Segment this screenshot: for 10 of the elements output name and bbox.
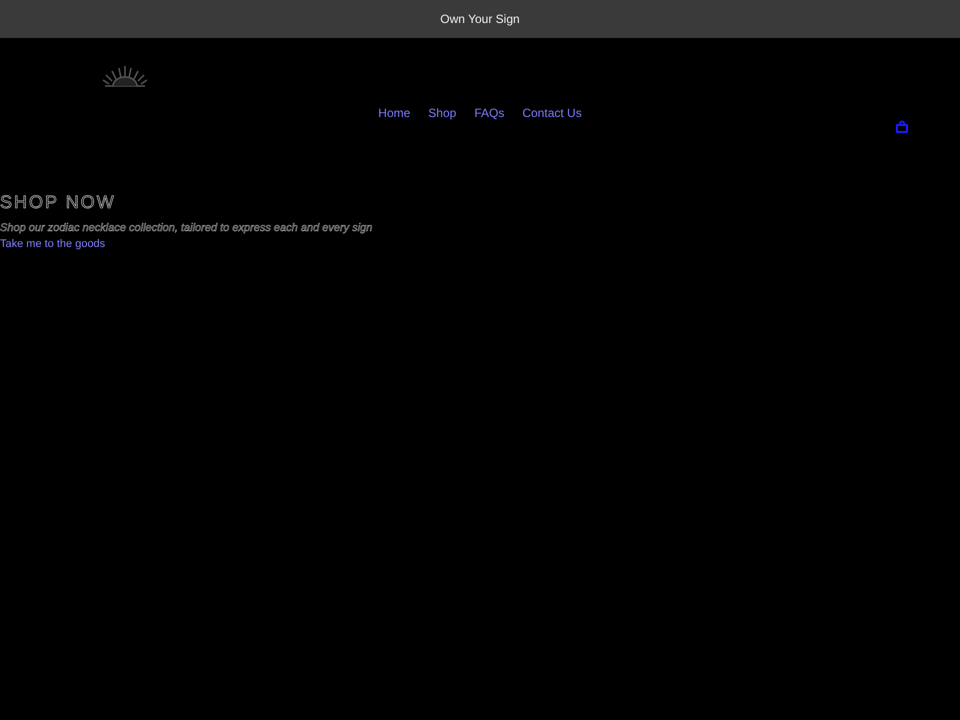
announcement-text: Own Your Sign [440, 12, 520, 26]
nav-link[interactable]: Home [378, 106, 410, 122]
goods-link[interactable]: Take me to the goods [0, 238, 106, 250]
nav-link[interactable]: FAQs [474, 106, 504, 122]
hero-description: Shop our zodiac necklace collection, tailored to express each and every sign [0, 222, 372, 234]
hero-heading: SHOP NOW [0, 191, 116, 214]
nav-link[interactable]: Contact Us [522, 106, 582, 122]
cart-icon[interactable] [895, 119, 909, 133]
nav-link[interactable]: Shop [428, 106, 456, 122]
sun-logo-icon[interactable] [101, 64, 149, 88]
